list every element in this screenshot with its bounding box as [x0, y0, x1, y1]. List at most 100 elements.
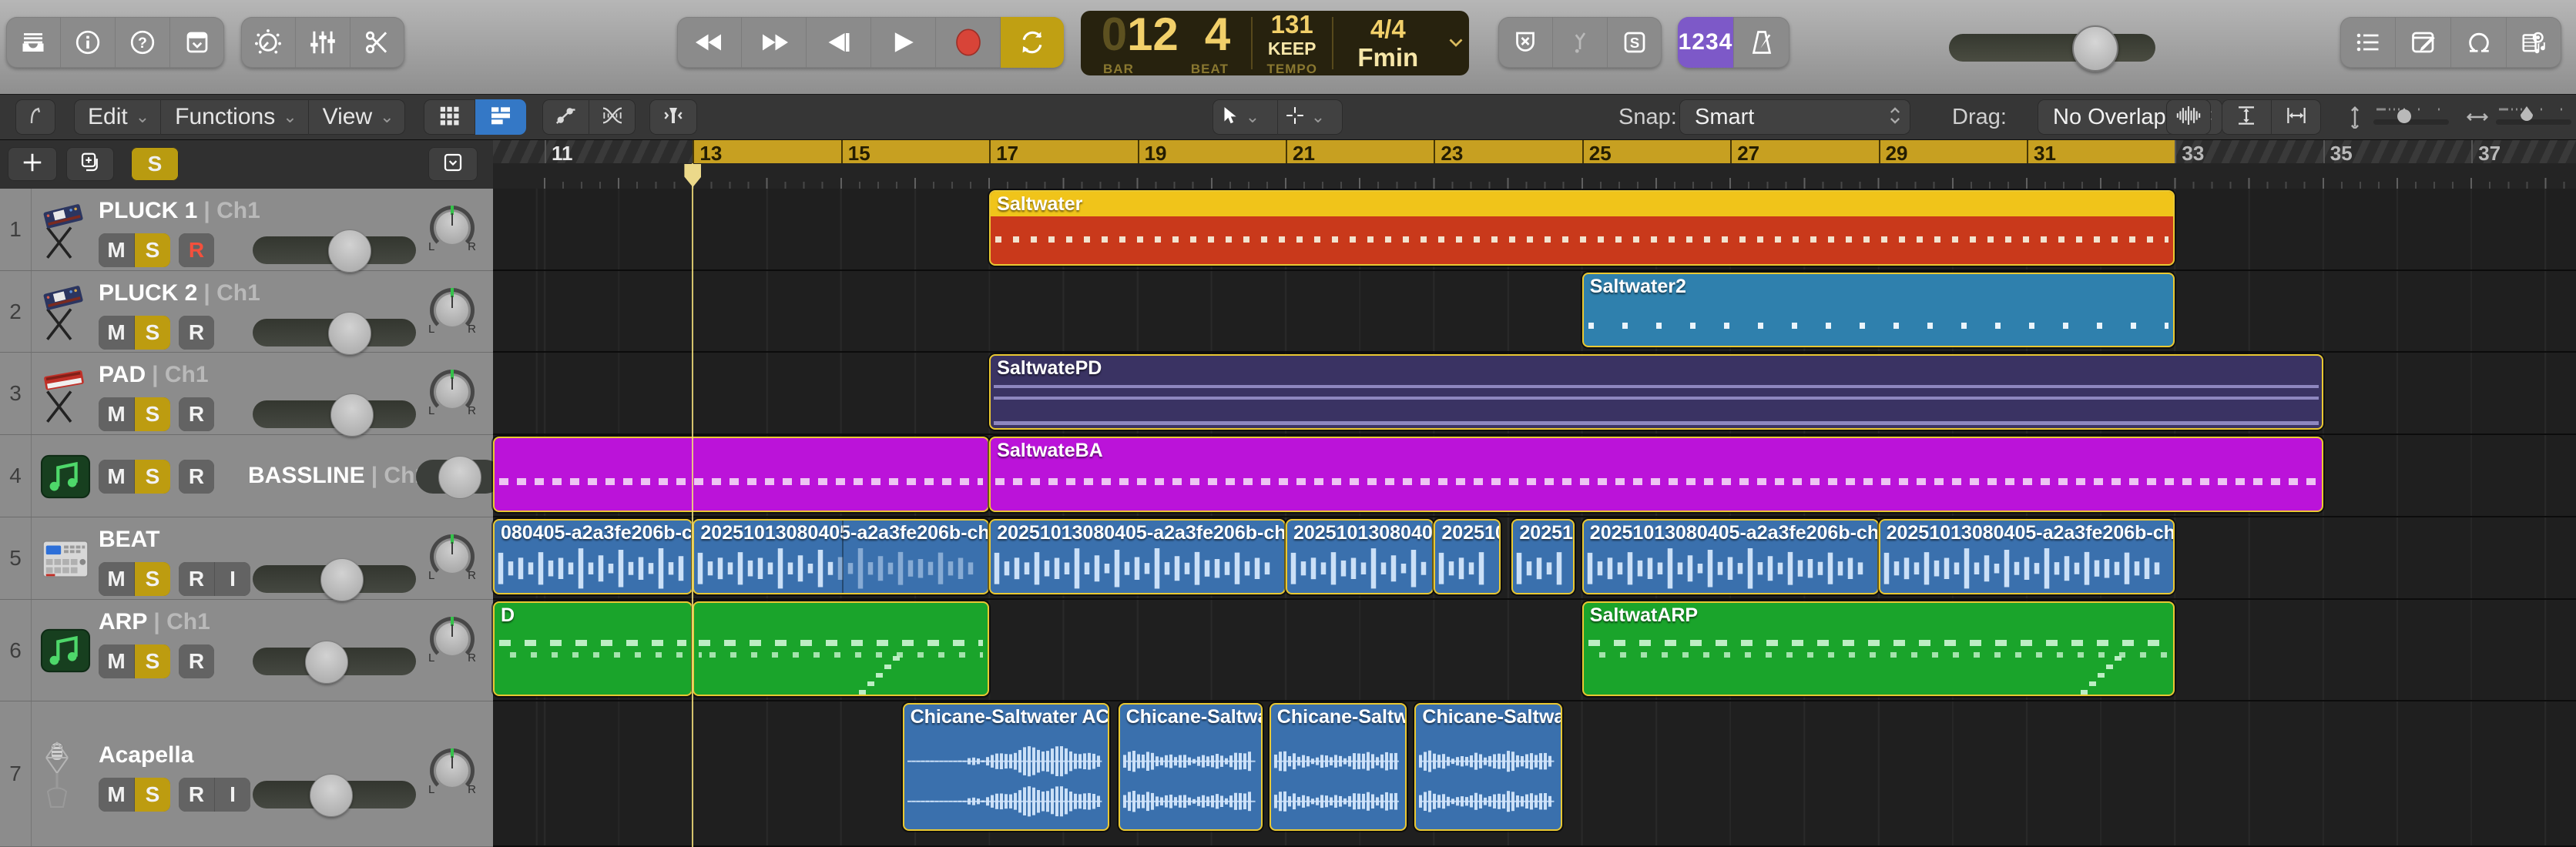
count-in-button[interactable]: 1234: [1678, 17, 1734, 68]
bar-ruler[interactable]: 1113151719212325272931333537: [493, 140, 2576, 163]
record-enable-button[interactable]: R: [179, 397, 214, 431]
mute-button[interactable]: M: [99, 397, 135, 431]
track-volume-knob[interactable]: [305, 641, 348, 684]
region-20251013080405-a2a3fe206b-chi[interactable]: 20251013080405-a2a3fe206b-chi: [1879, 519, 2175, 594]
catch-playhead-button[interactable]: [649, 99, 697, 135]
region-SaltwateBA[interactable]: SaltwateBA: [989, 437, 2323, 512]
input-monitor-button[interactable]: I: [215, 562, 250, 596]
region-Chicane-Saltwa[interactable]: Chicane-Saltwa: [1270, 703, 1407, 831]
lcd-menu-chevron[interactable]: [1443, 11, 1469, 75]
play-button[interactable]: [871, 17, 936, 68]
flex-button[interactable]: [589, 99, 636, 135]
tuner-button[interactable]: [1553, 17, 1608, 68]
record-enable-button[interactable]: R: [179, 316, 214, 350]
pan-knob[interactable]: LR: [430, 534, 475, 579]
pan-knob[interactable]: LR: [430, 617, 475, 661]
solo-button[interactable]: S: [135, 460, 170, 494]
add-track-button[interactable]: [8, 147, 57, 181]
mute-button[interactable]: M: [99, 316, 135, 350]
region-SaltwatePD[interactable]: SaltwatePD: [989, 354, 2323, 430]
region-Chicane-Saltwater ACAP[interactable]: Chicane-Saltwater ACAP: [903, 703, 1109, 831]
track-volume-slider[interactable]: [253, 648, 416, 675]
functions-menu[interactable]: Functions⌄: [161, 99, 309, 135]
rewind-button[interactable]: [677, 17, 742, 68]
back-button[interactable]: [15, 99, 55, 135]
forward-button[interactable]: [742, 17, 807, 68]
region-SaltwatARP[interactable]: SaltwatARP: [1582, 601, 2175, 696]
track-volume-knob[interactable]: [330, 393, 374, 437]
record-enable-button[interactable]: R: [179, 644, 214, 678]
record-enable-button[interactable]: R: [179, 562, 215, 596]
master-volume-slider[interactable]: [1949, 34, 2155, 62]
region-202510[interactable]: 202510: [1511, 519, 1575, 594]
master-volume-knob[interactable]: [2072, 25, 2118, 72]
track-header-BASSLINE[interactable]: 4BASSLINE| Ch1MSR: [0, 435, 493, 517]
grid-view-button[interactable]: [424, 99, 475, 135]
event-list-button[interactable]: [2340, 17, 2396, 68]
region-Chicane-Saltwat[interactable]: Chicane-Saltwat: [1414, 703, 1561, 831]
view-menu[interactable]: View⌄: [309, 99, 405, 135]
track-volume-slider[interactable]: [253, 565, 416, 593]
horizontal-zoom-slider[interactable]: [2493, 99, 2574, 135]
tracks-view-button[interactable]: [475, 99, 526, 135]
editors-button[interactable]: [351, 17, 404, 68]
vertical-zoom-slider[interactable]: [2370, 99, 2452, 135]
track-on-off-toggle[interactable]: [416, 460, 502, 494]
region-20251013080405-a2a3fe206b-chi[interactable]: 20251013080405-a2a3fe206b-chi: [693, 519, 989, 594]
region-Saltwater[interactable]: Saltwater: [989, 190, 2175, 266]
region-D[interactable]: D: [493, 601, 693, 696]
mixer-button[interactable]: [296, 17, 351, 68]
waveform-zoom-button[interactable]: [2166, 99, 2211, 135]
mute-button[interactable]: M: [99, 562, 135, 596]
track-volume-slider[interactable]: [253, 781, 416, 808]
pan-knob[interactable]: LR: [430, 748, 475, 793]
edit-menu[interactable]: Edit⌄: [74, 99, 161, 135]
pan-knob[interactable]: LR: [430, 288, 475, 333]
global-solo-button[interactable]: S: [131, 147, 179, 181]
region-unnamed[interactable]: [493, 437, 989, 512]
inspector-toggle-button[interactable]: [170, 17, 224, 68]
solo-mode-button[interactable]: S: [1608, 17, 1662, 68]
track-header-BEAT[interactable]: 5BEATMSRILR: [0, 517, 493, 600]
track-volume-knob[interactable]: [328, 312, 371, 355]
mute-button[interactable]: M: [99, 460, 135, 494]
pan-knob[interactable]: LR: [430, 370, 475, 414]
record-enable-button[interactable]: R: [179, 460, 214, 494]
input-monitor-button[interactable]: I: [215, 778, 250, 812]
lcd-display[interactable]: 0124 BARBEAT 131 KEEP TEMPO 4/4 Fmin: [1081, 11, 1469, 75]
quick-help-button[interactable]: [61, 17, 116, 68]
region-Saltwater2[interactable]: Saltwater2: [1582, 273, 2175, 347]
track-header-PAD[interactable]: 3PAD| Ch1MSRLR: [0, 353, 493, 435]
solo-button[interactable]: S: [135, 562, 170, 596]
automation-button[interactable]: [542, 99, 589, 135]
vertical-auto-zoom-button[interactable]: [2222, 99, 2272, 135]
record-enable-button[interactable]: R: [179, 778, 215, 812]
duplicate-track-button[interactable]: [66, 147, 114, 181]
track-header-ARP[interactable]: 6ARP| Ch1MSRLR: [0, 600, 493, 701]
track-header-PLUCK 1[interactable]: 1PLUCK 1| Ch1MSRLR: [0, 189, 493, 271]
track-header-PLUCK 2[interactable]: 2PLUCK 2| Ch1MSRLR: [0, 271, 493, 353]
track-volume-knob[interactable]: [328, 229, 371, 273]
track-volume-slider[interactable]: [253, 400, 416, 428]
metronome-button[interactable]: [1734, 17, 1789, 68]
record-enable-button[interactable]: R: [179, 233, 214, 267]
region-202510[interactable]: 202510: [1434, 519, 1501, 594]
help-button[interactable]: ?: [116, 17, 170, 68]
smart-controls-button[interactable]: [241, 17, 296, 68]
track-volume-knob[interactable]: [310, 774, 353, 817]
media-browser-button[interactable]: [2507, 17, 2561, 68]
go-to-end-button[interactable]: [807, 17, 871, 68]
mute-button[interactable]: M: [99, 644, 135, 678]
pan-knob[interactable]: LR: [430, 206, 475, 250]
solo-button[interactable]: S: [135, 397, 170, 431]
region-Chicane-Saltwat[interactable]: Chicane-Saltwat: [1119, 703, 1263, 831]
replace-button[interactable]: [1498, 17, 1553, 68]
track-volume-slider[interactable]: [253, 236, 416, 264]
cmd-click-tool-menu[interactable]: ⌄: [1278, 99, 1343, 135]
solo-button[interactable]: S: [135, 316, 170, 350]
library-button[interactable]: [6, 17, 61, 68]
record-button[interactable]: [936, 17, 1001, 68]
track-header-config-button[interactable]: [428, 147, 478, 181]
left-click-tool-menu[interactable]: ⌄: [1213, 99, 1278, 135]
region-20251013080405-a2a3fe206b-chi[interactable]: 20251013080405-a2a3fe206b-chi: [989, 519, 1286, 594]
